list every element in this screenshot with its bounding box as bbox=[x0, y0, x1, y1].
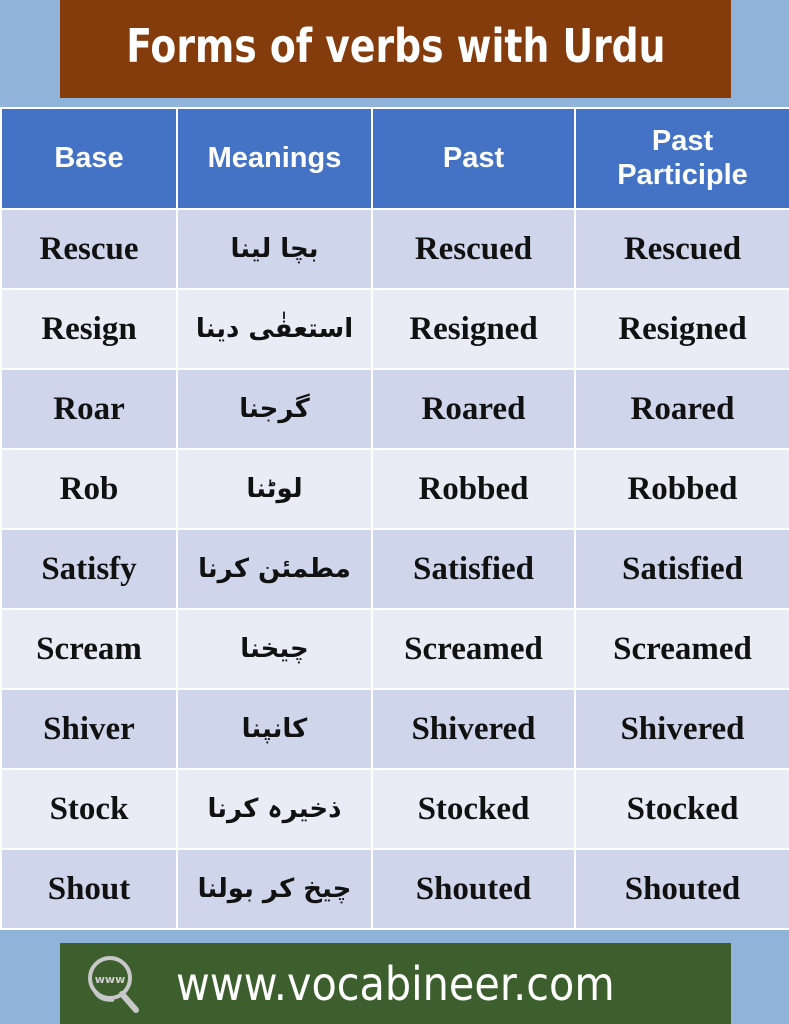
page-title: Forms of verbs with Urdu bbox=[125, 19, 666, 73]
base-cell: Rob bbox=[0, 448, 178, 530]
base-cell: Satisfy bbox=[0, 528, 178, 610]
past-participle-cell: Screamed bbox=[574, 608, 789, 690]
meaning-cell: گرجنا bbox=[176, 368, 373, 450]
meaning-cell: چیخنا bbox=[176, 608, 373, 690]
past-cell: Satisfied bbox=[371, 528, 576, 610]
column-header-past-participle-line2: Participle bbox=[617, 158, 748, 191]
www-icon-label: www bbox=[95, 973, 126, 986]
column-header-base: Base bbox=[0, 107, 178, 210]
meaning-cell: لوٹنا bbox=[176, 448, 373, 530]
past-cell: Screamed bbox=[371, 608, 576, 690]
base-cell: Stock bbox=[0, 768, 178, 850]
table-row: Satisfy مطمئن کرنا Satisfied Satisfied bbox=[0, 528, 789, 610]
meaning-cell: چیخ کر بولنا bbox=[176, 848, 373, 930]
past-participle-cell: Shouted bbox=[574, 848, 789, 930]
past-participle-cell: Shivered bbox=[574, 688, 789, 770]
past-cell: Resigned bbox=[371, 288, 576, 370]
meaning-cell: ذخیرہ کرنا bbox=[176, 768, 373, 850]
base-cell: Rescue bbox=[0, 208, 178, 290]
column-header-meanings: Meanings bbox=[176, 107, 373, 210]
base-cell: Shiver bbox=[0, 688, 178, 770]
title-banner: Forms of verbs with Urdu bbox=[60, 0, 731, 98]
past-cell: Stocked bbox=[371, 768, 576, 850]
past-participle-cell: Satisfied bbox=[574, 528, 789, 610]
meaning-cell: کانپنا bbox=[176, 688, 373, 770]
meaning-cell: مطمئن کرنا bbox=[176, 528, 373, 610]
table-row: Rescue بچا لینا Rescued Rescued bbox=[0, 208, 789, 290]
footer-banner: www www.vocabineer.com bbox=[60, 943, 731, 1024]
past-participle-cell: Robbed bbox=[574, 448, 789, 530]
past-cell: Rescued bbox=[371, 208, 576, 290]
table-row: Shiver کانپنا Shivered Shivered bbox=[0, 688, 789, 770]
base-cell: Shout bbox=[0, 848, 178, 930]
table-row: Resign استعفٰی دینا Resigned Resigned bbox=[0, 288, 789, 370]
table-row: Scream چیخنا Screamed Screamed bbox=[0, 608, 789, 690]
table-row: Roar گرجنا Roared Roared bbox=[0, 368, 789, 450]
meaning-cell: استعفٰی دینا bbox=[176, 288, 373, 370]
column-header-past-participle: Past Participle bbox=[574, 107, 789, 210]
past-participle-cell: Stocked bbox=[574, 768, 789, 850]
table-row: Stock ذخیرہ کرنا Stocked Stocked bbox=[0, 768, 789, 850]
column-header-past: Past bbox=[371, 107, 576, 210]
past-participle-cell: Rescued bbox=[574, 208, 789, 290]
past-cell: Roared bbox=[371, 368, 576, 450]
column-header-past-participle-line1: Past bbox=[651, 125, 714, 158]
past-cell: Shouted bbox=[371, 848, 576, 930]
table-row: Shout چیخ کر بولنا Shouted Shouted bbox=[0, 848, 789, 930]
base-cell: Roar bbox=[0, 368, 178, 450]
website-url[interactable]: www.vocabineer.com bbox=[176, 943, 615, 1024]
table-row: Rob لوٹنا Robbed Robbed bbox=[0, 448, 789, 530]
past-participle-cell: Resigned bbox=[574, 288, 789, 370]
past-cell: Shivered bbox=[371, 688, 576, 770]
www-magnifier-icon: www bbox=[88, 956, 139, 1013]
table-header-row: Base Meanings Past Past Participle bbox=[0, 107, 789, 210]
base-cell: Scream bbox=[0, 608, 178, 690]
meaning-cell: بچا لینا bbox=[176, 208, 373, 290]
past-cell: Robbed bbox=[371, 448, 576, 530]
verb-forms-table: Base Meanings Past Past Participle Rescu… bbox=[0, 107, 789, 930]
base-cell: Resign bbox=[0, 288, 178, 370]
past-participle-cell: Roared bbox=[574, 368, 789, 450]
